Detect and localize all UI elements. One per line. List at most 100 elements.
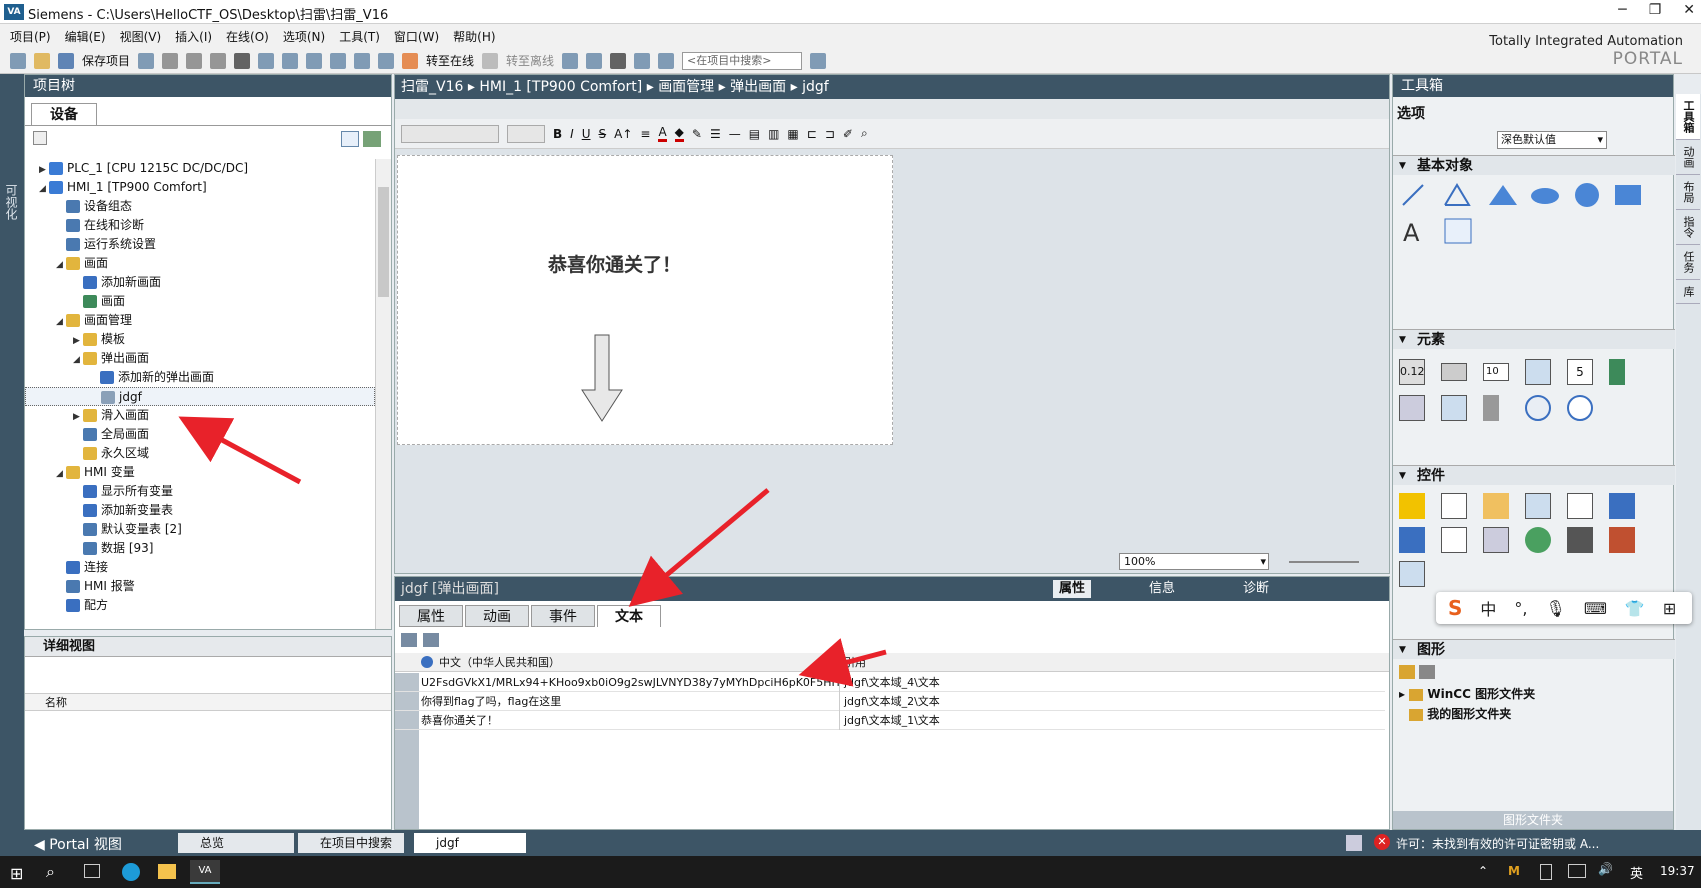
microphone-icon[interactable]: 🎙	[1546, 599, 1566, 618]
line-color-icon[interactable]: ✎	[692, 127, 702, 141]
taskcard-layout[interactable]: 布局	[1676, 175, 1700, 210]
tab-texts[interactable]: 文本	[597, 605, 661, 627]
tree-row[interactable]: ▶ 模板	[25, 330, 375, 349]
detail-view-header[interactable]: 详细视图	[25, 637, 391, 657]
toolbox-grid-icon[interactable]: ⊞	[1663, 599, 1676, 618]
tree-row[interactable]: ◢ 画面管理	[25, 311, 375, 330]
media-player-icon[interactable]	[1525, 527, 1551, 553]
download-icon[interactable]	[330, 52, 347, 69]
crumb-popup[interactable]: 弹出画面	[730, 79, 786, 95]
status-search[interactable]: 在项目中搜索	[298, 833, 404, 853]
undo-icon[interactable]	[258, 52, 275, 69]
tree-row[interactable]: 设备组态	[25, 197, 375, 216]
text-row[interactable]: 你得到flag了吗，flag在这里 jdgf\文本域_2\文本	[395, 692, 1385, 711]
tab-events[interactable]: 事件	[531, 605, 595, 627]
tree-row[interactable]: 添加新画面	[25, 273, 375, 292]
simulate-icon[interactable]	[378, 52, 395, 69]
ellipse-tool-icon[interactable]	[1531, 188, 1559, 204]
remove-folder-icon[interactable]	[1419, 665, 1435, 679]
stop-icon[interactable]	[610, 52, 627, 69]
status-force-icon[interactable]	[1609, 493, 1635, 519]
pdf-view-icon[interactable]	[1609, 527, 1635, 553]
clock-time[interactable]: 19:37	[1660, 864, 1695, 878]
go-online-button[interactable]: 转至在线	[426, 52, 474, 69]
tray-device-icon[interactable]	[1540, 864, 1552, 880]
volume-icon[interactable]: 🔊	[1598, 862, 1613, 876]
align-left-icon[interactable]: ⊏	[807, 127, 817, 141]
tree-row[interactable]: 画面	[25, 292, 375, 311]
cut-icon[interactable]	[162, 52, 179, 69]
tree-row[interactable]: 默认变量表 [2]	[25, 520, 375, 539]
keyboard-icon[interactable]: ⌨	[1584, 599, 1607, 618]
taskcard-libraries[interactable]: 库	[1676, 280, 1700, 304]
tree-row[interactable]: jdgf	[25, 387, 375, 406]
new-folder-icon[interactable]	[1399, 665, 1415, 679]
rectangle-tool-icon[interactable]	[1615, 185, 1641, 205]
split-horizontal-icon[interactable]	[634, 52, 651, 69]
menu-tools[interactable]: 工具(T)	[339, 28, 380, 45]
portal-view-button[interactable]: ◀ Portal 视图	[34, 834, 122, 854]
taskcard-tasks[interactable]: 任务	[1676, 245, 1700, 280]
tree-row[interactable]: 全局画面	[25, 425, 375, 444]
search-icon[interactable]: ⌕	[46, 862, 55, 882]
cross-reference-icon[interactable]	[586, 52, 603, 69]
graphics-my-folder[interactable]: 我的图形文件夹	[1409, 705, 1511, 722]
new-project-icon[interactable]	[10, 52, 26, 69]
network-icon[interactable]	[1568, 864, 1586, 878]
trend-view-icon[interactable]	[1441, 493, 1467, 519]
user-view-icon[interactable]	[1483, 493, 1509, 519]
graphic-io-icon[interactable]	[1525, 359, 1551, 385]
align-icon[interactable]: ≡	[640, 127, 650, 141]
menu-help[interactable]: 帮助(H)	[453, 28, 495, 45]
compile-icon[interactable]	[306, 52, 323, 69]
open-project-icon[interactable]	[34, 52, 50, 69]
devices-tab[interactable]: 设备	[31, 103, 97, 125]
status-icon[interactable]	[1346, 835, 1362, 851]
tree-toolbar-icon[interactable]	[33, 131, 47, 145]
crumb-screen-mgmt[interactable]: 画面管理	[658, 79, 714, 95]
bar-tool-icon[interactable]	[1609, 359, 1625, 385]
menu-view[interactable]: 视图(V)	[120, 28, 162, 45]
font-color-icon[interactable]: A	[658, 125, 667, 142]
input-language[interactable]: 英	[1630, 863, 1643, 882]
tree-row[interactable]: ◢ HMI_1 [TP900 Comfort]	[25, 178, 375, 197]
ime-punctuation[interactable]: °,	[1514, 599, 1527, 618]
tree-row[interactable]: ◢ 画面	[25, 254, 375, 273]
bold-icon[interactable]: B	[553, 127, 562, 141]
tree-row[interactable]: ◢ 弹出画面	[25, 349, 375, 368]
text-cell[interactable]: U2FsdGVkX1/MRLx94+KHoo9xb0iO9g2swJLVNYD3…	[421, 673, 839, 692]
line-width-icon[interactable]: —	[729, 127, 741, 141]
minimize-icon[interactable]: ─	[1618, 2, 1626, 18]
tree-row[interactable]: 在线和诊断	[25, 216, 375, 235]
tree-scrollbar[interactable]	[375, 159, 391, 629]
group-icon[interactable]: ▦	[787, 127, 798, 141]
menu-window[interactable]: 窗口(W)	[394, 28, 439, 45]
tree-row[interactable]: 连接	[25, 558, 375, 577]
go-online-icon[interactable]	[402, 52, 419, 69]
io-field-icon[interactable]: 0.12	[1399, 359, 1425, 385]
text-row[interactable]: U2FsdGVkX1/MRLx94+KHoo9xb0iO9g2swJLVNYD3…	[395, 673, 1385, 692]
tab-animations[interactable]: 动画	[465, 605, 529, 627]
accessible-devices-icon[interactable]	[562, 52, 579, 69]
file-explorer-icon[interactable]	[158, 864, 176, 879]
popup-canvas[interactable]: 恭喜你通关了！	[397, 155, 893, 445]
redo-icon[interactable]	[282, 52, 299, 69]
taskcard-toolbox[interactable]: 工具箱	[1676, 94, 1700, 140]
down-arrow-graphic[interactable]	[580, 334, 624, 424]
taskcard-instructions[interactable]: 指令	[1676, 210, 1700, 245]
zoom-slider[interactable]	[1289, 561, 1359, 563]
tree-row[interactable]: HMI 报警	[25, 577, 375, 596]
license-message[interactable]: 许可：未找到有效的许可证密钥或 A...	[1396, 835, 1599, 852]
section-controls[interactable]: 控件	[1393, 465, 1675, 486]
tree-row[interactable]: ▶ PLC_1 [CPU 1215C DC/DC/DC]	[25, 159, 375, 178]
text-cell[interactable]: 恭喜你通关了！	[421, 711, 839, 730]
tree-row[interactable]: 永久区域	[25, 444, 375, 463]
sysdiag-icon[interactable]	[1399, 527, 1425, 553]
go-offline-button[interactable]: 转至离线	[506, 52, 554, 69]
search-go-icon[interactable]	[810, 52, 827, 69]
project-search-input[interactable]: <在项目中搜索>	[682, 51, 803, 70]
graphics-folder-footer[interactable]: 图形文件夹	[1393, 811, 1673, 829]
menu-online[interactable]: 在线(O)	[226, 28, 269, 45]
sogou-logo-icon[interactable]: S	[1448, 596, 1462, 620]
tree-row[interactable]: 数据 [93]	[25, 539, 375, 558]
